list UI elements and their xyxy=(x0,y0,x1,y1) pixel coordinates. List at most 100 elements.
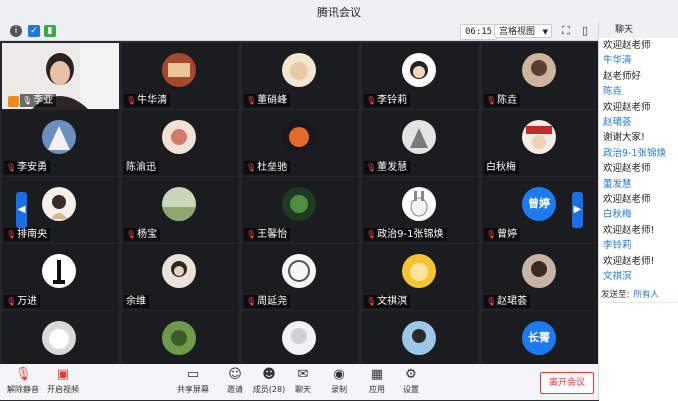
participant-avatar-initials: 长菁 xyxy=(522,321,556,355)
participant-name-text: 文祺溟 xyxy=(377,296,408,307)
members-button[interactable]: ☻ 成员(28) xyxy=(252,367,286,395)
participant-tile[interactable]: 🎙牛华清 xyxy=(122,43,239,109)
participant-avatar xyxy=(162,321,196,355)
chat-message-list[interactable]: 欢迎赵老师 牛华清 赵老师好 陈垚 欢迎赵老师 赵珺荟 谢谢大家! 政治9-1张锦焕 欢迎赵老师… xyxy=(603,38,678,286)
chat-message-text: 赵老师好 xyxy=(603,70,642,82)
participant-name: 🎙万进 xyxy=(4,295,41,308)
participant-tile[interactable]: 🎙李亚 xyxy=(2,43,119,109)
invite-button[interactable]: ☺ 邀请 xyxy=(218,367,252,395)
participant-name-text: 董发慧 xyxy=(377,162,408,173)
next-page-button[interactable]: ▶ xyxy=(572,192,583,228)
participant-avatar-initials: 曾婷 xyxy=(522,187,556,221)
video-label: 开启视频 xyxy=(47,385,79,394)
prev-page-button[interactable]: ◀ xyxy=(16,192,27,228)
participant-avatar xyxy=(162,254,196,288)
participant-name: 🎙董硝峰 xyxy=(244,94,291,107)
participant-avatar xyxy=(282,53,316,87)
microphone-muted-icon: 🎙 xyxy=(15,367,32,382)
share-screen-button[interactable]: ▭ 共享屏幕 xyxy=(176,367,210,395)
share-label: 共享屏幕 xyxy=(177,385,209,394)
participant-name: 🎙周延尧 xyxy=(244,295,291,308)
participant-name-text: 杨宝 xyxy=(137,229,158,240)
record-button[interactable]: ◉ 录制 xyxy=(322,367,356,395)
send-to-label: 发送至: xyxy=(601,290,630,300)
participant-avatar xyxy=(402,321,436,355)
participant-avatar xyxy=(402,254,436,288)
chat-sender-name: 白秋梅 xyxy=(603,209,632,221)
participant-name-text: 王馨怡 xyxy=(257,229,288,240)
chat-sender-name: 牛华清 xyxy=(603,55,632,67)
participant-name-text: 陈垚 xyxy=(497,95,518,106)
participant-tile[interactable]: 🎙董硝峰 xyxy=(242,43,359,109)
participant-tile[interactable]: 🎙万进 xyxy=(2,244,119,310)
participant-tile[interactable]: 白秋梅 xyxy=(482,110,599,176)
info-icon[interactable]: i xyxy=(10,25,22,37)
members-icon: ☻ xyxy=(262,367,276,382)
participant-name: 🎙政治9-1张锦焕 xyxy=(364,228,447,241)
participant-tile[interactable]: 🎙陈垚 xyxy=(482,43,599,109)
send-to-target-select[interactable]: 所有人 xyxy=(633,290,659,300)
participant-name: 白秋梅 xyxy=(484,161,519,174)
chat-sender-name: 赵珺荟 xyxy=(603,117,632,129)
meeting-timer: 06:15 xyxy=(460,24,498,40)
chat-message-text: 欢迎赵老师 xyxy=(603,163,651,175)
participant-tile[interactable]: 🎙王馨怡 xyxy=(242,177,359,243)
participant-name: 🎙杨宝 xyxy=(124,228,161,241)
participant-tile[interactable]: 🎙李安勇 xyxy=(2,110,119,176)
participant-tile[interactable]: 🎙董发慧 xyxy=(362,110,479,176)
chat-label: 聊天 xyxy=(295,385,311,394)
participant-tile[interactable]: 陈渝迅 xyxy=(122,110,239,176)
participant-tile[interactable]: 🎙政治9-1张锦焕 xyxy=(362,177,479,243)
participant-name-text: 牛华清 xyxy=(137,95,168,106)
participant-name-text: 政治9-1张锦焕 xyxy=(377,229,444,240)
chat-icon: ✉ xyxy=(297,367,309,382)
chat-sender-name: 政治9-1张锦焕 xyxy=(603,147,667,159)
title-bar: 腾讯会议 xyxy=(0,0,678,22)
chat-sender-name: 李铃莉 xyxy=(603,240,632,252)
chat-header: 聊天 xyxy=(599,22,678,38)
participant-tile[interactable]: 🎙杜垒驰 xyxy=(242,110,359,176)
participant-avatar xyxy=(162,120,196,154)
signal-icon[interactable]: ▮ xyxy=(44,25,56,37)
chat-message-text: 欢迎赵老师 xyxy=(603,40,651,51)
participant-avatar xyxy=(42,321,76,355)
chat-sender-name: 董发慧 xyxy=(603,178,632,190)
apps-button[interactable]: ▦ 应用 xyxy=(360,367,394,395)
participant-name-text: 李亚 xyxy=(33,95,54,106)
participant-avatar xyxy=(42,120,76,154)
chat-message-text: 欢迎赵老师 xyxy=(603,101,651,113)
settings-button[interactable]: ⚙ 设置 xyxy=(394,367,428,395)
participant-tile[interactable]: 余维 xyxy=(122,244,239,310)
participant-avatar xyxy=(162,187,196,221)
participant-name-text: 白秋梅 xyxy=(486,162,516,173)
participant-name-text: 李铃莉 xyxy=(377,95,408,106)
chat-message-text: 欢迎赵老师! xyxy=(603,224,655,236)
participant-tile[interactable]: 🎙赵珺荟 xyxy=(482,244,599,310)
participant-tile[interactable]: 🎙李铃莉 xyxy=(362,43,479,109)
participant-avatar xyxy=(522,53,556,87)
view-mode-select[interactable]: 宫格视图 ▼ xyxy=(494,24,552,38)
fullscreen-icon[interactable]: ⛶ xyxy=(562,24,570,38)
participant-name: 🎙曾婷 xyxy=(484,228,521,241)
participant-name-text: 排南央 xyxy=(17,229,48,240)
participant-avatar xyxy=(522,254,556,288)
chat-input[interactable] xyxy=(599,302,678,401)
participant-avatar xyxy=(522,120,556,154)
participant-avatar xyxy=(162,53,196,87)
mute-label: 解除静音 xyxy=(7,385,39,394)
participant-tile[interactable]: 🎙周延尧 xyxy=(242,244,359,310)
chat-button[interactable]: ✉ 聊天 xyxy=(286,367,320,395)
participant-name: 🎙赵珺荟 xyxy=(484,295,531,308)
settings-label: 设置 xyxy=(403,385,419,394)
shield-icon[interactable]: ✓ xyxy=(28,25,40,37)
chevron-down-icon: ▼ xyxy=(542,28,548,36)
participant-name: 🎙文祺溟 xyxy=(364,295,411,308)
participant-tile[interactable]: 🎙杨宝 xyxy=(122,177,239,243)
mute-button[interactable]: 🎙 解除静音 xyxy=(6,367,40,395)
video-button[interactable]: ▣ 开启视频 xyxy=(46,367,80,395)
send-to-row: 发送至: 所有人 xyxy=(601,288,659,300)
participant-tile[interactable]: 🎙文祺溟 xyxy=(362,244,479,310)
participant-name-text: 余维 xyxy=(126,296,146,307)
sidebar-toggle-icon[interactable]: ▯ xyxy=(582,24,588,37)
leave-meeting-button[interactable]: 离开会议 xyxy=(540,372,594,394)
